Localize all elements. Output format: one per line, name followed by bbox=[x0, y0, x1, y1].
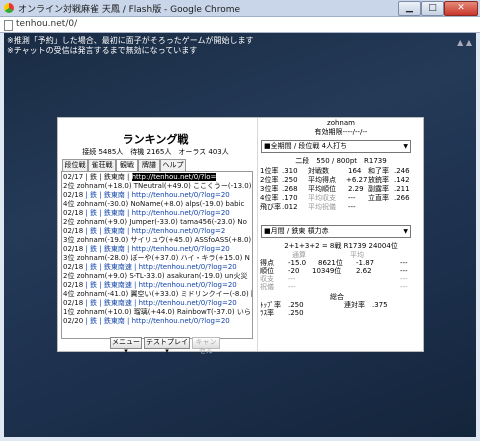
ranking-stats: 接続 5485人 待機 2165人 オーラス 403人 bbox=[82, 148, 229, 156]
log-row-prefix: 02/20 bbox=[63, 317, 84, 325]
notice-line-2: ※チャットの受信は発言するまで無効になっています bbox=[7, 46, 198, 55]
page-icon bbox=[4, 20, 13, 31]
log-row-prefix: 4位 bbox=[63, 200, 75, 208]
close-button[interactable]: ✕ bbox=[444, 1, 478, 16]
log-row-text: | 鉄 | 鉄東南 | http://tenhou.net/0/?log=20 bbox=[85, 209, 230, 217]
chrome-icon bbox=[4, 3, 14, 13]
log-row[interactable]: 02/18 | 鉄 | 鉄東南速 | http://tenhou.net/0/?… bbox=[63, 263, 237, 271]
log-row-text: zohnam(+9.0) S-TL-33.0) asakuran(-19.0) … bbox=[76, 272, 248, 280]
log-row-text: zohnam(-28.0) ぼーや(+37.0) ハイ・キラ(+15.0) N bbox=[76, 254, 250, 262]
log-row-highlight[interactable]: http://tenhou.net/0/?lo= bbox=[131, 173, 217, 181]
tab-help[interactable]: ヘルプ bbox=[160, 159, 186, 171]
notice-text: ※推測「予約」した場合、最初に面子がそろったゲームが開始します ※チャットの受信… bbox=[7, 36, 253, 56]
log-row[interactable]: 1位 zohnam(+10.0) 瑠璃(+44.0) RainbowT(-37.… bbox=[63, 308, 251, 316]
url-text[interactable]: tenhou.net/0/ bbox=[16, 19, 77, 29]
log-row[interactable]: 02/17 | 鉄 | 鉄東南 | http://tenhou.net/0/?l… bbox=[63, 173, 217, 181]
log-row-prefix: 02/18 bbox=[63, 299, 84, 307]
log-row-prefix: 2位 bbox=[63, 182, 75, 190]
tab-paifu[interactable]: 牌譜 bbox=[138, 159, 160, 171]
cancel-button[interactable]: キャンセル bbox=[192, 337, 220, 355]
log-row[interactable]: 4位 zohnam(-41.0) 翼空い(+33.0) ミドリンクイー(-8.0… bbox=[63, 290, 253, 298]
log-row-text: zohnam(-41.0) 翼空い(+33.0) ミドリンクイー(-8.0) 牌 bbox=[76, 290, 253, 298]
game-log-list[interactable]: 02/17 | 鉄 | 鉄東南 | http://tenhou.net/0/?l… bbox=[61, 171, 253, 339]
expire-date: 有効期限----/--/-- bbox=[314, 128, 368, 136]
menu-button[interactable]: メニュー ▾ bbox=[110, 337, 142, 355]
test-play-button[interactable]: テストプレイ ▾ bbox=[144, 337, 190, 355]
log-row[interactable]: 02/18 | 鉄 | 鉄東南速 | http://tenhou.net/0/?… bbox=[63, 281, 237, 289]
log-row-prefix: 3位 bbox=[63, 254, 75, 262]
log-row-prefix: 02/18 bbox=[63, 263, 84, 271]
profile-pane: zohnam 有効期限----/--/-- ■全期間 / 段位戦 4人打ち ▼ 二… bbox=[257, 118, 424, 351]
log-row-prefix: 4位 bbox=[63, 290, 75, 298]
tab-janso[interactable]: 雀荘戦 bbox=[88, 159, 116, 171]
log-row[interactable]: 02/18 | 鉄 | 鉄東南 | http://tenhou.net/0/?l… bbox=[63, 209, 230, 217]
dan-info: 二段 550 / 800pt R1739 bbox=[295, 157, 387, 165]
log-row[interactable]: 3位 zohnam(-28.0) ぼーや(+37.0) ハイ・キラ(+15.0)… bbox=[63, 254, 250, 262]
chevron-down-icon: ▼ bbox=[403, 143, 408, 150]
log-row-text: | 鉄 | 鉄東南 | bbox=[85, 173, 132, 181]
log-row[interactable]: 02/18 | 鉄 | 鉄東南 | http://tenhou.net/0/?l… bbox=[63, 191, 230, 199]
log-row-text: | 鉄 | 鉄東南速 | http://tenhou.net/0/?log=20 bbox=[85, 263, 237, 271]
log-row-prefix: 1位 bbox=[63, 308, 75, 316]
log-row[interactable]: 4位 zohnam(-30.0) NoName(+8.0) alps(-19.0… bbox=[63, 200, 244, 208]
log-row-text: | 鉄 | 鉄東南 | http://tenhou.net/0/?log=20 bbox=[85, 191, 230, 199]
flash-content: ※推測「予約」した場合、最初に面子がそろったゲームが開始します ※チャットの受信… bbox=[4, 33, 476, 437]
tab-watch[interactable]: 観戦 bbox=[116, 159, 138, 171]
log-row-text: zohnam(+9.0) Jumper(-33.0) tama456(-23.0… bbox=[76, 218, 247, 226]
log-row-text: | 鉄 | 鉄東南速 | http://tenhou.net/0/?log=20 bbox=[85, 281, 237, 289]
log-row-prefix: 02/17 bbox=[63, 173, 84, 181]
log-row-prefix: 02/18 bbox=[63, 227, 84, 235]
game-type-select[interactable]: ■月間 / 鉄東 槓力赤 ▼ bbox=[261, 225, 411, 238]
log-row-prefix: 2位 bbox=[63, 218, 75, 226]
period-select-value: ■全期間 / 段位戦 4人打ち bbox=[264, 142, 348, 150]
notice-line-1: ※推測「予約」した場合、最初に面子がそろったゲームが開始します bbox=[7, 36, 254, 45]
log-row-prefix: 02/18 bbox=[63, 209, 84, 217]
log-row[interactable]: 2位 zohnam(+18.0) TNeutral(+49.0) ここくうー(-… bbox=[63, 182, 253, 190]
monthly-summary: 2+1+3+2 = 8戦 R1739 24004位 bbox=[284, 242, 398, 250]
view-icons[interactable]: ▲ ▲ bbox=[457, 38, 472, 47]
log-row[interactable]: 2位 zohnam(+9.0) Jumper(-33.0) tama456(-2… bbox=[63, 218, 247, 226]
log-row[interactable]: 02/18 | 鉄 | 鉄東南 | http://tenhou.net/0/?l… bbox=[63, 245, 230, 253]
log-row-text: zohnam(+10.0) 瑠璃(+44.0) RainbowT(-37.0) … bbox=[76, 308, 251, 316]
log-row[interactable]: 02/18 | 鉄 | 鉄東南速 | http://tenhou.net/0/?… bbox=[63, 299, 237, 307]
game-type-select-value: ■月間 / 鉄東 槓力赤 bbox=[264, 227, 329, 235]
log-row-prefix: 02/18 bbox=[63, 281, 84, 289]
chevron-down-icon: ▼ bbox=[403, 228, 408, 235]
ranking-panel: ランキング戦 接続 5485人 待機 2165人 オーラス 403人 段位戦 雀… bbox=[57, 117, 424, 355]
player-name: zohnam bbox=[327, 119, 355, 127]
log-row[interactable]: 3位 zohnam(-19.0) サイリュウ(+45.0) ASSfoASS(+… bbox=[63, 236, 251, 244]
log-row[interactable]: 02/18 | 鉄 | 鉄東南 | http://tenhou.net/0/?l… bbox=[63, 227, 225, 235]
log-row-prefix: 3位 bbox=[63, 236, 75, 244]
log-row-text: | 鉄 | 鉄東南速 | http://tenhou.net/0/?log=20 bbox=[85, 299, 237, 307]
period-select[interactable]: ■全期間 / 段位戦 4人打ち ▼ bbox=[261, 140, 411, 153]
log-row-text: | 鉄 | 鉄東南 | http://tenhou.net/0/?log=20 bbox=[85, 245, 230, 253]
log-row-text: zohnam(-19.0) サイリュウ(+45.0) ASSfoASS(+8.0… bbox=[76, 236, 252, 244]
maximize-button[interactable]: □ bbox=[421, 1, 444, 16]
log-row[interactable]: 2位 zohnam(+9.0) S-TL-33.0) asakuran(-19.… bbox=[63, 272, 248, 280]
log-row-prefix: 02/18 bbox=[63, 245, 84, 253]
ranking-title: ランキング戦 bbox=[122, 133, 189, 146]
log-row-text: zohnam(-30.0) NoName(+8.0) alps(-19.0) b… bbox=[76, 200, 245, 208]
log-row-text: | 鉄 | 鉄東南 | http://tenhou.net/0/?log=2 bbox=[85, 227, 226, 235]
window-titlebar: オンライン対戦麻雀 天鳳 / Flash版 - Google Chrome ▁ … bbox=[0, 0, 480, 17]
log-row[interactable]: 02/20 | 鉄 | 鉄東南 | http://tenhou.net/0/?l… bbox=[63, 317, 230, 325]
log-row-text: | 鉄 | 鉄東南 | http://tenhou.net/0/?log=20 bbox=[85, 317, 230, 325]
log-row-text: zohnam(+18.0) TNeutral(+49.0) ここくうー(-13.… bbox=[76, 182, 253, 190]
address-bar[interactable]: tenhou.net/0/ bbox=[0, 17, 480, 33]
minimize-button[interactable]: ▁ bbox=[398, 1, 421, 16]
ranking-left-pane: ランキング戦 接続 5485人 待機 2165人 オーラス 403人 段位戦 雀… bbox=[58, 118, 253, 355]
window-title: オンライン対戦麻雀 天鳳 / Flash版 - Google Chrome bbox=[18, 5, 241, 15]
log-row-prefix: 02/18 bbox=[63, 191, 84, 199]
log-row-prefix: 2位 bbox=[63, 272, 75, 280]
tab-dan[interactable]: 段位戦 bbox=[62, 159, 88, 171]
